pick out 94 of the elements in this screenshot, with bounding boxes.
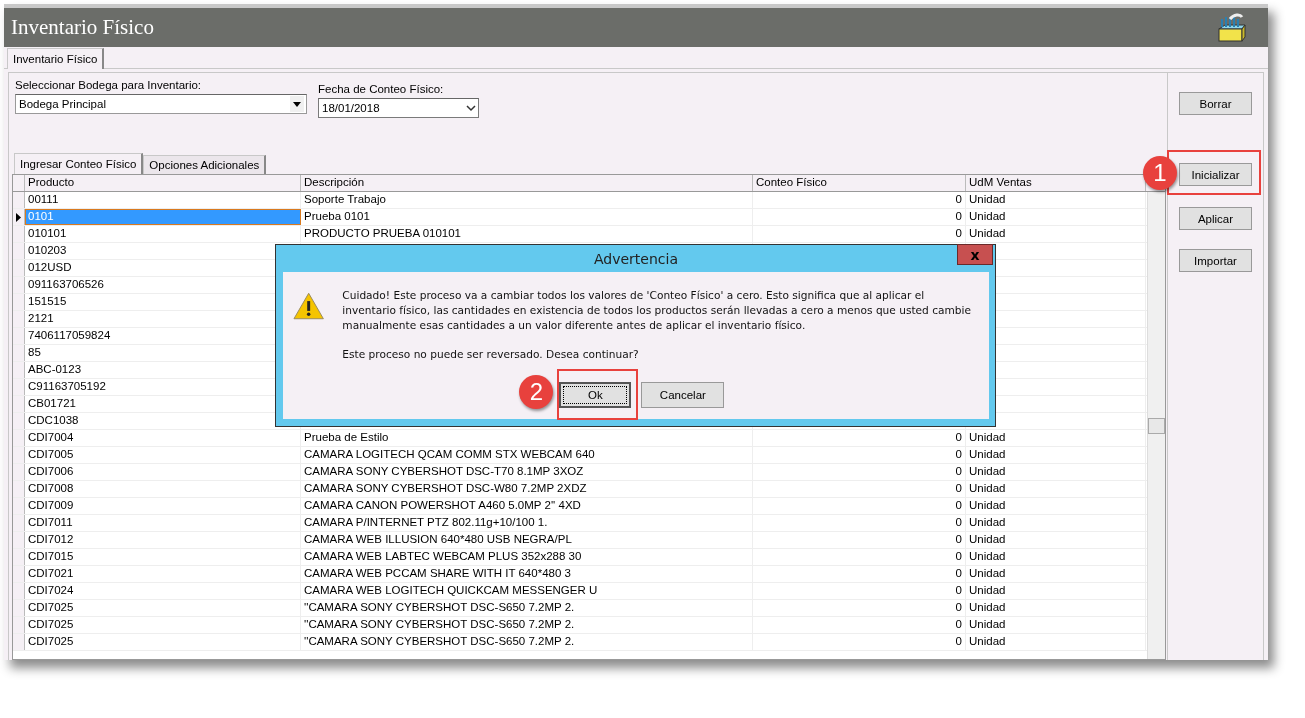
table-cell: ''CAMARA SONY CYBERSHOT DSC-S650 7.2MP 2. bbox=[301, 617, 753, 633]
table-cell: 0 bbox=[753, 447, 966, 463]
table-cell: Unidad bbox=[966, 192, 1146, 208]
window-title: Inventario Físico bbox=[11, 15, 154, 40]
table-cell: CAMARA WEB LOGITECH QUICKCAM MESSENGER U bbox=[301, 583, 753, 599]
table-cell: ''CAMARA SONY CYBERSHOT DSC-S650 7.2MP 2. bbox=[301, 600, 753, 616]
tab[interactable]: Inventario Físico bbox=[7, 48, 105, 69]
dialog-title: Advertencia bbox=[594, 250, 678, 267]
table-cell: CDI7021 bbox=[25, 566, 301, 582]
dropdown-field[interactable]: Bodega Principal bbox=[15, 94, 307, 114]
table-cell: CDI7008 bbox=[25, 481, 301, 497]
table-cell: CAMARA WEB ILLUSION 640*480 USB NEGRA/PL bbox=[301, 532, 753, 548]
table-cell: 0 bbox=[753, 566, 966, 582]
table-cell: 0 bbox=[753, 532, 966, 548]
table-cell: 0 bbox=[753, 600, 966, 616]
table-cell: Unidad bbox=[966, 549, 1146, 565]
table-cell: ''CAMARA SONY CYBERSHOT DSC-S650 7.2MP 2. bbox=[301, 634, 753, 650]
table-cell: 0 bbox=[753, 498, 966, 514]
table-cell: Soporte Trabajo bbox=[301, 192, 753, 208]
table-cell: PRODUCTO PRUEBA 010101 bbox=[301, 226, 753, 242]
table-cell: 010101 bbox=[25, 226, 301, 242]
table-cell: Prueba 0101 bbox=[301, 209, 753, 225]
table-cell: Unidad bbox=[966, 447, 1146, 463]
table-cell: Unidad bbox=[966, 617, 1146, 633]
table-cell: 0 bbox=[753, 464, 966, 480]
table-cell: Unidad bbox=[966, 464, 1146, 480]
column-header[interactable]: Descripción bbox=[301, 175, 753, 191]
table-cell: CAMARA WEB PCCAM SHARE WITH IT 640*480 3 bbox=[301, 566, 753, 582]
tab[interactable]: Ingresar Conteo Físico bbox=[14, 153, 144, 174]
table-cell: Unidad bbox=[966, 583, 1146, 599]
table-cell: 0 bbox=[753, 634, 966, 650]
table-cell: Unidad bbox=[966, 481, 1146, 497]
confirmation-question: Este proceso no puede ser reversado. Desea continuar? bbox=[342, 347, 640, 362]
table-cell: CAMARA SONY CYBERSHOT DSC-W80 7.2MP 2XDZ bbox=[301, 481, 753, 497]
action-button[interactable]: Aplicar bbox=[1179, 207, 1252, 230]
action-button[interactable]: Importar bbox=[1179, 249, 1252, 272]
field-label: Seleccionar Bodega para Inventario: bbox=[15, 79, 203, 93]
tab[interactable]: Opciones Adicionales bbox=[143, 155, 267, 174]
caret-down-icon bbox=[293, 101, 301, 107]
table-cell: Unidad bbox=[966, 515, 1146, 531]
table-cell: CDI7005 bbox=[25, 447, 301, 463]
table-cell: Unidad bbox=[966, 498, 1146, 514]
table-cell: CDI7009 bbox=[25, 498, 301, 514]
chevron-down-icon bbox=[466, 104, 476, 112]
column-header[interactable]: Producto bbox=[25, 175, 301, 191]
date-picker[interactable]: 18/01/2018 bbox=[318, 98, 479, 118]
table-cell: CDI7012 bbox=[25, 532, 301, 548]
table-cell: 0 bbox=[753, 226, 966, 242]
warning-message: Cuidado! Este proceso va a cambiar todos los valores de 'Conteo Físico' a cero. Esto significa que al aplicar el inventario físico, las cantidades en existencia de todos los productos serán llevadas a cero a menos que usted cambie manualmente esas cantidades a un valor diferente antes de aplicar el inventario físico. bbox=[342, 288, 973, 333]
table-cell: CDI7006 bbox=[25, 464, 301, 480]
table-cell: CDI7025 bbox=[25, 600, 301, 616]
step-marker: 1 bbox=[1143, 156, 1177, 190]
table-cell: 00111 bbox=[25, 192, 301, 208]
table-cell: Prueba de Estilo bbox=[301, 430, 753, 446]
table-cell: CDI7011 bbox=[25, 515, 301, 531]
table-cell: Unidad bbox=[966, 566, 1146, 582]
table-cell: 0 bbox=[753, 617, 966, 633]
table-cell: CDI7004 bbox=[25, 430, 301, 446]
action-button[interactable]: Borrar bbox=[1179, 92, 1252, 115]
table-cell: Unidad bbox=[966, 226, 1146, 242]
warning-icon bbox=[293, 292, 325, 320]
table-cell: CDI7025 bbox=[25, 634, 301, 650]
close-button[interactable]: x bbox=[957, 244, 993, 265]
table-cell: 0 bbox=[753, 583, 966, 599]
table-cell: 0 bbox=[753, 549, 966, 565]
table-cell: CAMARA P/INTERNET PTZ 802.11g+10/100 1. bbox=[301, 515, 753, 531]
table-cell: CDI7015 bbox=[25, 549, 301, 565]
table-cell: 0 bbox=[753, 430, 966, 446]
table-cell: CAMARA SONY CYBERSHOT DSC-T70 8.1MP 3XOZ bbox=[301, 464, 753, 480]
table-cell: Unidad bbox=[966, 532, 1146, 548]
table-cell: 0 bbox=[753, 515, 966, 531]
dialog-button[interactable]: Cancelar bbox=[641, 382, 725, 408]
inventory-box-icon bbox=[1216, 12, 1248, 43]
table-cell: Unidad bbox=[966, 600, 1146, 616]
table-cell: 0101 bbox=[25, 209, 301, 225]
table-cell: CAMARA WEB LABTEC WEBCAM PLUS 352x288 30 bbox=[301, 549, 753, 565]
step-marker: 2 bbox=[519, 375, 554, 409]
table-cell: CAMARA LOGITECH QCAM COMM STX WEBCAM 640 bbox=[301, 447, 753, 463]
current-row-icon bbox=[16, 212, 21, 222]
table-cell: 0 bbox=[753, 481, 966, 497]
column-header[interactable]: Conteo Físico bbox=[753, 175, 966, 191]
table-cell: CDI7025 bbox=[25, 617, 301, 633]
table-cell: CDI7024 bbox=[25, 583, 301, 599]
table-cell: CAMARA CANON POWERSHOT A460 5.0MP 2'' 4XD bbox=[301, 498, 753, 514]
table-cell: Unidad bbox=[966, 209, 1146, 225]
table-cell: Unidad bbox=[966, 430, 1146, 446]
row-header[interactable] bbox=[13, 209, 25, 225]
field-label: Fecha de Conteo Físico: bbox=[318, 83, 445, 97]
dialog-button[interactable]: Ok bbox=[559, 382, 632, 408]
action-button[interactable]: Inicializar bbox=[1179, 163, 1252, 186]
table-cell: 0 bbox=[753, 209, 966, 225]
vertical-scrollbar[interactable] bbox=[1147, 192, 1165, 659]
table-cell: Unidad bbox=[966, 634, 1146, 650]
table-cell: 0 bbox=[753, 192, 966, 208]
